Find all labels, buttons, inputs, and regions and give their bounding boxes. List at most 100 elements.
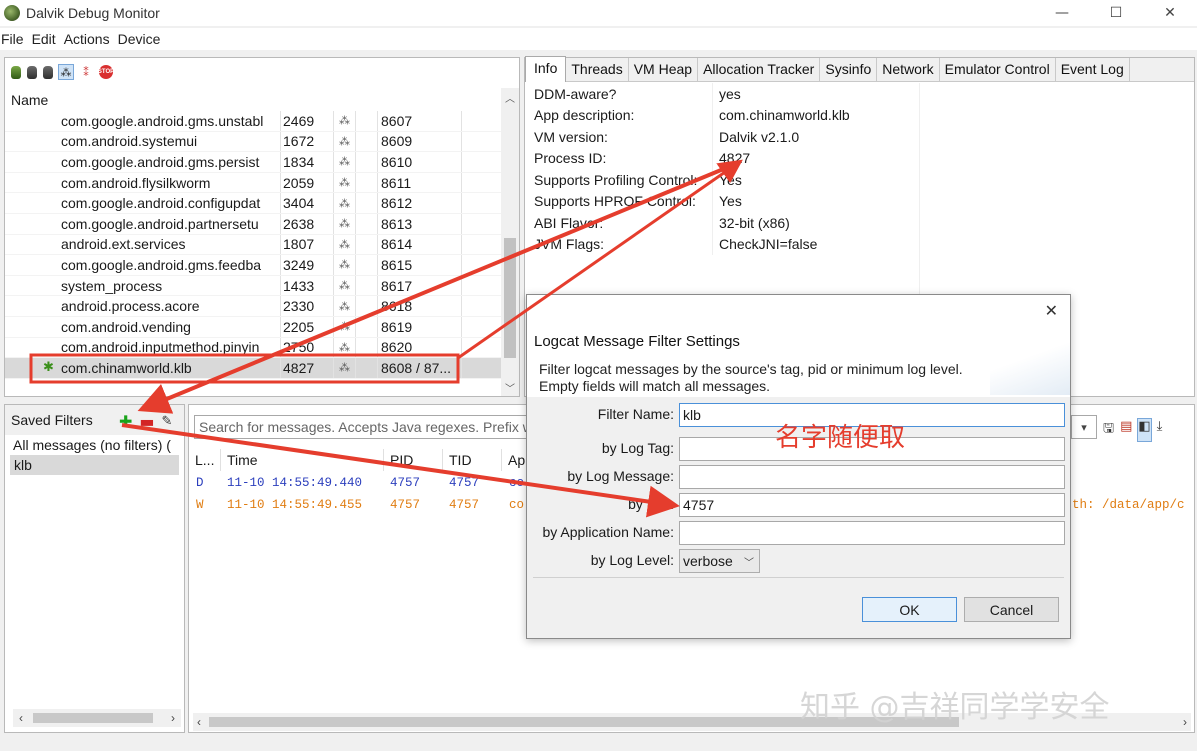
client-status xyxy=(355,152,377,172)
devices-panel: ⁂ ⁑ STOP Name com.google.android.gms.uns… xyxy=(4,57,520,397)
info-value: com.chinamworld.klb xyxy=(719,107,850,124)
save-icon[interactable]: 🖫 xyxy=(1103,419,1114,441)
client-name: com.android.vending xyxy=(61,318,191,335)
client-row[interactable]: com.android.vending 2205 ⁂ 8619 xyxy=(5,316,501,338)
filters-hscrollbar[interactable]: ‹ › xyxy=(13,709,181,727)
close-button[interactable]: ✕ xyxy=(1143,0,1197,26)
client-row[interactable]: com.google.android.gms.persist 1834 ⁂ 8610 xyxy=(5,152,501,173)
ok-button[interactable]: OK xyxy=(862,597,957,622)
pid-field[interactable]: 4757 xyxy=(679,493,1065,517)
devices-scrollbar[interactable]: ︿ ﹀ xyxy=(501,88,519,396)
scroll-left-icon[interactable]: ‹ xyxy=(19,711,23,725)
logcat-filter-dialog: ✕ Logcat Message Filter Settings Filter … xyxy=(526,294,1071,639)
filter-buttons: ✚ ▬ ✎ xyxy=(119,412,172,431)
log-level-combo[interactable]: ▾ xyxy=(1071,415,1097,439)
devices-toolbar: ⁂ ⁑ STOP xyxy=(11,63,114,81)
log-message-field[interactable] xyxy=(679,465,1065,489)
menu-edit[interactable]: Edit xyxy=(31,31,62,47)
client-port: 8614 xyxy=(377,234,461,255)
log-level-select[interactable]: verbose ﹀ xyxy=(679,549,760,573)
col-app[interactable]: Ap xyxy=(502,449,529,471)
clear-log-icon[interactable]: ▤ xyxy=(1120,419,1132,441)
maximize-button[interactable]: ☐ xyxy=(1089,0,1143,26)
client-name: com.google.android.gms.persist xyxy=(61,153,260,170)
client-port: 8609 xyxy=(377,131,461,152)
dump-hprof-icon[interactable] xyxy=(27,65,37,79)
client-row[interactable]: com.android.inputmethod.pinyin 2750 ⁂ 8620 xyxy=(5,337,501,359)
device-table: Name com.google.android.gms.unstabl 2469 ⁂… xyxy=(5,88,501,398)
client-row[interactable]: com.google.android.configupdat 3404 ⁂ 8612 xyxy=(5,193,501,214)
scrollbar-thumb[interactable] xyxy=(504,238,516,358)
client-row[interactable]: com.android.systemui 1672 ⁂ 8609 xyxy=(5,131,501,153)
thread-update-icon: ⁂ xyxy=(333,316,355,337)
scroll-right-icon[interactable]: › xyxy=(1183,715,1187,729)
client-row[interactable]: com.google.android.gms.feedba 3249 ⁂ 8615 xyxy=(5,255,501,276)
dialog-desc-line: Filter logcat messages by the source's t… xyxy=(539,361,963,377)
minimize-button[interactable]: — xyxy=(1035,0,1089,26)
name-column-header[interactable]: Name xyxy=(5,88,501,111)
scroll-left-icon[interactable]: ‹ xyxy=(197,715,201,729)
client-extra xyxy=(461,193,501,213)
tab-vm-heap[interactable]: VM Heap xyxy=(629,58,699,81)
client-pid: 4827 xyxy=(280,358,333,378)
log-message-row: by Log Message: xyxy=(527,465,1070,489)
cancel-button[interactable]: Cancel xyxy=(964,597,1059,622)
info-value: Dalvik v2.1.0 xyxy=(719,128,800,145)
scroll-lock-icon[interactable]: ⤓ xyxy=(1157,419,1163,441)
stop-process-icon[interactable]: STOP xyxy=(98,65,114,79)
remove-filter-icon[interactable]: ▬ xyxy=(139,412,154,431)
start-method-profiling-icon[interactable]: ⁑ xyxy=(79,65,93,79)
client-row[interactable]: com.android.flysilkworm 2059 ⁂ 8611 xyxy=(5,172,501,194)
menu-device[interactable]: Device xyxy=(117,31,167,47)
menu-file[interactable]: File xyxy=(0,31,30,47)
client-extra xyxy=(461,296,501,316)
client-row[interactable]: system_process 1433 ⁂ 8617 xyxy=(5,275,501,297)
logcat-search-input[interactable]: Search for messages. Accepts Java regexe… xyxy=(194,415,529,439)
client-port: 8613 xyxy=(377,213,461,234)
menu-actions[interactable]: Actions xyxy=(63,31,116,47)
scroll-right-icon[interactable]: › xyxy=(171,711,175,725)
bug-icon: ✱ xyxy=(43,360,54,376)
client-row[interactable]: android.process.acore 2330 ⁂ 8618 xyxy=(5,296,501,317)
scroll-down-icon[interactable]: ﹀ xyxy=(501,378,519,396)
filter-item-all[interactable]: All messages (no filters) ( xyxy=(5,435,184,455)
filter-item-klb[interactable]: klb xyxy=(10,455,179,475)
tab-network[interactable]: Network xyxy=(877,58,940,81)
client-status xyxy=(355,131,377,152)
app-name-label: by Application Name: xyxy=(542,524,674,540)
tab-threads[interactable]: Threads xyxy=(566,58,629,81)
info-label: VM version: xyxy=(525,126,713,148)
client-row[interactable]: ✱ com.chinamworld.klb 4827 ⁂ 8608 / 87... xyxy=(5,358,501,379)
tab-sysinfo[interactable]: Sysinfo xyxy=(820,58,878,81)
tab-allocation-tracker[interactable]: Allocation Tracker xyxy=(698,58,821,81)
client-row[interactable]: android.ext.services 1807 ⁂ 8614 xyxy=(5,234,501,256)
client-name: com.google.android.configupdat xyxy=(61,195,261,212)
dialog-close-icon[interactable]: ✕ xyxy=(1045,301,1058,320)
scroll-up-icon[interactable]: ︿ xyxy=(501,88,519,106)
col-time[interactable]: Time xyxy=(221,449,384,471)
tab-emulator-control[interactable]: Emulator Control xyxy=(940,58,1056,81)
toggle-columns-icon[interactable]: ◧ xyxy=(1137,418,1152,442)
app-name-field[interactable] xyxy=(679,521,1065,545)
info-label: App description: xyxy=(525,104,713,126)
update-threads-icon[interactable]: ⁂ xyxy=(58,64,74,80)
cause-gc-icon[interactable] xyxy=(43,65,53,79)
scrollbar-thumb[interactable] xyxy=(33,713,153,723)
client-row[interactable]: com.google.android.gms.unstabl 2469 ⁂ 8607 xyxy=(5,111,501,132)
log-table-header: L... Time PID TID Ap xyxy=(189,449,529,471)
client-extra xyxy=(461,337,501,358)
client-row[interactable]: com.google.android.partnersetu 2638 ⁂ 8613 xyxy=(5,213,501,235)
add-filter-icon[interactable]: ✚ xyxy=(119,412,132,431)
col-level[interactable]: L... xyxy=(189,449,221,471)
tab-info[interactable]: Info xyxy=(525,56,567,82)
client-name: system_process xyxy=(61,277,163,294)
client-pid: 3404 xyxy=(280,193,333,213)
col-pid[interactable]: PID xyxy=(384,449,443,471)
tab-event-log[interactable]: Event Log xyxy=(1056,58,1130,81)
client-port: 8619 xyxy=(377,316,461,337)
client-status xyxy=(355,172,377,193)
update-heap-icon[interactable] xyxy=(11,65,21,79)
col-tid[interactable]: TID xyxy=(443,449,502,471)
edit-filter-icon[interactable]: ✎ xyxy=(162,414,173,429)
info-row: Supports HPROF Control: Yes xyxy=(525,190,920,212)
